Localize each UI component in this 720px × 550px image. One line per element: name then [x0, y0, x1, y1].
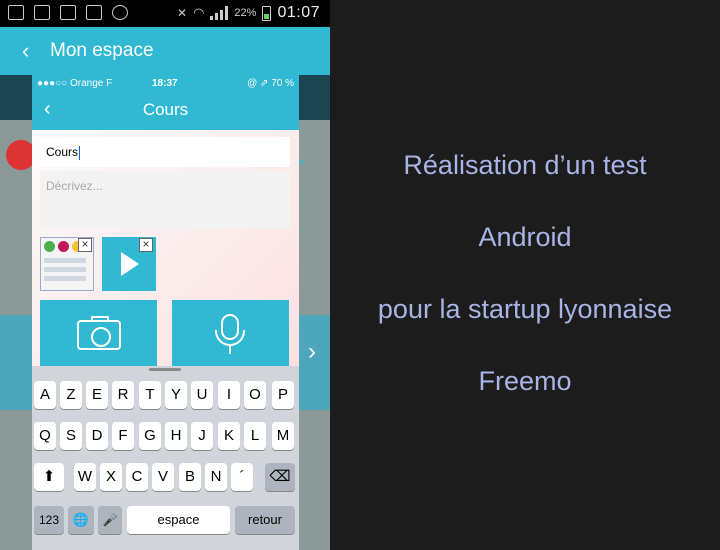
signal-icon	[210, 6, 229, 20]
title-input-value: Cours	[46, 145, 79, 159]
key-a[interactable]: A	[34, 381, 56, 409]
ios-screenshot: ●●●○○ Orange F 18:37 @ ⇗ 70 % ‹ Cours Co…	[32, 75, 299, 550]
key-b[interactable]: B	[179, 463, 201, 491]
caption-panel: Réalisation d’un test Android pour la st…	[330, 0, 720, 550]
wifi-icon: ◠	[193, 5, 205, 20]
ios-battery: @ ⇗ 70 %	[247, 78, 294, 89]
thumb-dot-icon	[58, 241, 69, 252]
globe-key[interactable]: 🌐	[68, 506, 94, 534]
photo-icon	[86, 5, 102, 20]
record-audio-button[interactable]	[172, 300, 289, 366]
thumb-dot-icon	[44, 241, 55, 252]
sync-icon	[112, 5, 128, 20]
chevron-right-icon: ›	[308, 338, 316, 365]
key-c[interactable]: C	[126, 463, 148, 491]
key-y[interactable]: Y	[165, 381, 187, 409]
space-key[interactable]: espace	[127, 506, 230, 534]
ios-keyboard: A Z E R T Y U I O P Q S D F G H J K L M	[32, 366, 299, 550]
ios-status-bar: ●●●○○ Orange F 18:37 @ ⇗ 70 %	[32, 75, 299, 92]
mail-icon	[60, 5, 76, 20]
dictation-key[interactable]: 🎤	[98, 506, 122, 534]
status-time: 01:07	[277, 4, 320, 21]
mute-icon: ✕	[177, 6, 188, 20]
slide: ✕ ◠ 22% 01:07 ‹ Mon espace ⌄ › ●●●○○ Ora…	[0, 0, 720, 550]
key-x[interactable]: X	[100, 463, 122, 491]
key-j[interactable]: J	[191, 422, 213, 450]
keyboard-handle[interactable]	[149, 368, 181, 371]
ios-nav-bar: ‹ Cours	[32, 92, 299, 130]
remove-attachment-icon[interactable]: ×	[78, 238, 92, 252]
delete-key[interactable]: ⌫	[265, 463, 295, 491]
ios-time: 18:37	[152, 78, 178, 89]
battery-icon	[262, 5, 272, 21]
key-f[interactable]: F	[112, 422, 134, 450]
android-status-bar: ✕ ◠ 22% 01:07	[0, 0, 330, 27]
key-l[interactable]: L	[244, 422, 266, 450]
key-k[interactable]: K	[218, 422, 240, 450]
key-u[interactable]: U	[191, 381, 213, 409]
ios-nav-title: Cours	[142, 100, 189, 119]
description-field[interactable]: Décrivez...	[40, 171, 290, 229]
caption-line-3: pour la startup lyonnaise	[377, 294, 673, 324]
key-p[interactable]: P	[272, 381, 294, 409]
caption-line-2: Android	[478, 222, 572, 252]
android-app-header: ‹ Mon espace	[0, 27, 330, 75]
caption-line-4: Freemo	[478, 366, 572, 396]
android-screenshot: ✕ ◠ 22% 01:07 ‹ Mon espace ⌄ › ●●●○○ Ora…	[0, 0, 330, 550]
usb-icon	[8, 5, 24, 20]
caption-line-1: Réalisation d’un test	[403, 150, 647, 180]
shift-key[interactable]: ⬆	[34, 463, 64, 491]
carrier-label: ●●●○○ Orange F	[37, 78, 113, 89]
key-e[interactable]: E	[86, 381, 108, 409]
key-n[interactable]: N	[205, 463, 227, 491]
key-o[interactable]: O	[244, 381, 266, 409]
key-s[interactable]: S	[60, 422, 82, 450]
key-w[interactable]: W	[74, 463, 96, 491]
key-accent[interactable]: ´	[231, 463, 253, 491]
key-q[interactable]: Q	[34, 422, 56, 450]
key-r[interactable]: R	[112, 381, 134, 409]
key-h[interactable]: H	[165, 422, 187, 450]
numbers-key[interactable]: 123	[34, 506, 64, 534]
key-i[interactable]: I	[218, 381, 240, 409]
key-t[interactable]: T	[139, 381, 161, 409]
image-icon	[34, 5, 50, 20]
key-g[interactable]: G	[139, 422, 161, 450]
return-key[interactable]: retour	[235, 506, 295, 534]
key-d[interactable]: D	[86, 422, 108, 450]
camera-icon	[77, 316, 121, 350]
key-v[interactable]: V	[152, 463, 174, 491]
text-caret	[79, 145, 81, 160]
play-icon	[121, 252, 139, 276]
key-z[interactable]: Z	[60, 381, 82, 409]
camera-button[interactable]	[40, 300, 157, 366]
page-title: Mon espace	[50, 40, 154, 61]
remove-video-icon[interactable]: ×	[139, 238, 153, 252]
battery-percent: 22%	[234, 7, 257, 19]
back-icon[interactable]: ‹	[22, 38, 29, 64]
title-input[interactable]: Cours	[40, 137, 290, 167]
key-m[interactable]: M	[272, 422, 294, 450]
